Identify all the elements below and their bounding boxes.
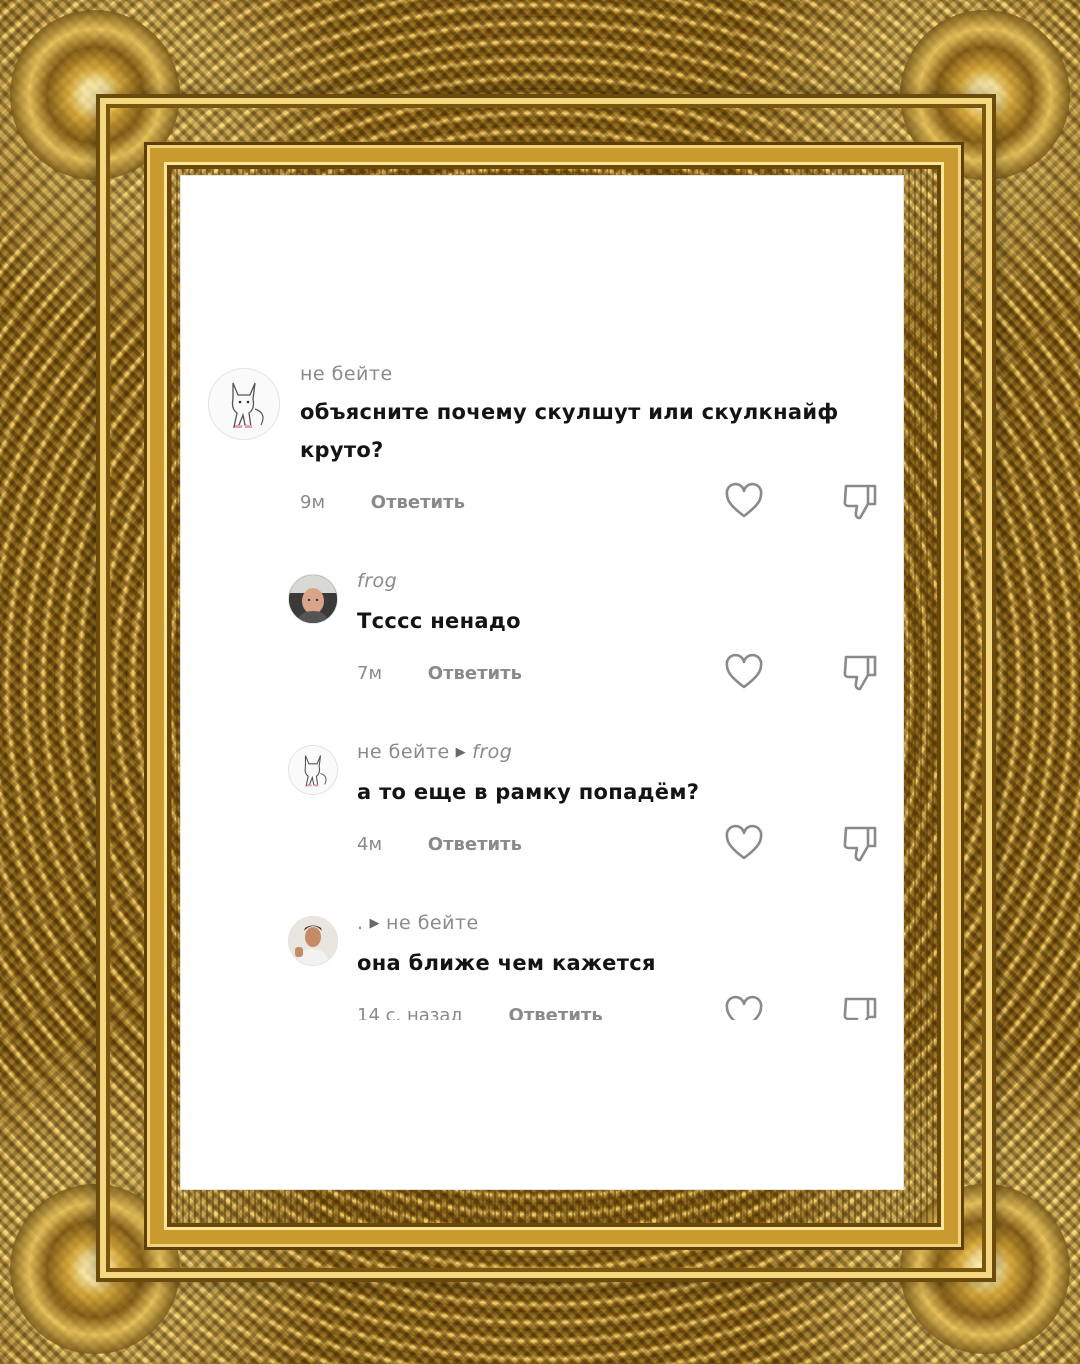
comment-text-line: объясните почему скулшут или скулкнайф	[300, 400, 839, 424]
comment-thread-panel: не бейте объясните почему скулшут или ск…	[180, 175, 904, 1190]
comment-item: не бейте ▶ frog а то еще в рамку попадём? …	[180, 741, 904, 871]
reply-arrow-icon: ▶	[369, 916, 381, 931]
comment-timestamp: 7м	[357, 663, 383, 684]
dislike-thumb-down-icon[interactable]	[840, 824, 880, 864]
reply-arrow-icon: ▶	[455, 745, 467, 760]
like-heart-icon[interactable]	[724, 995, 764, 1020]
comment-item: не бейте объясните почему скулшут или ск…	[180, 360, 904, 530]
reply-to-name[interactable]: frog	[472, 741, 512, 763]
bald-man-photo-avatar[interactable]	[288, 574, 338, 624]
like-heart-icon[interactable]	[724, 824, 764, 864]
like-heart-icon[interactable]	[724, 482, 764, 522]
comment-text: Тсссс ненадо	[357, 602, 857, 640]
comment-text-line: Тсссс ненадо	[357, 609, 521, 633]
comment-text-line: она ближе чем кажется	[357, 951, 656, 975]
comment-item: frog Тсссс ненадо 7м Ответить	[180, 570, 904, 700]
comment-timestamp: 4м	[357, 834, 383, 855]
fox-sketch-avatar[interactable]	[208, 368, 280, 440]
comment-text: она ближе чем кажется	[357, 944, 857, 982]
smiling-man-thumbs-up-avatar[interactable]	[288, 916, 338, 966]
fox-sketch-avatar[interactable]	[288, 745, 338, 795]
reply-button[interactable]: Ответить	[509, 1005, 603, 1020]
author-name[interactable]: не бейте	[357, 741, 450, 763]
comment-meta: 7м Ответить	[357, 663, 522, 684]
comment-text: объясните почему скулшут или скулкнайф к…	[300, 393, 860, 469]
comment-item: . ▶ не бейте она ближе чем кажется 14 с. н…	[180, 912, 904, 1020]
comment-timestamp: 9м	[300, 492, 326, 513]
comment-author: . ▶ не бейте	[357, 912, 479, 934]
comment-meta: 4м Ответить	[357, 834, 522, 855]
comment-meta: 14 с. назад Ответить	[357, 1005, 603, 1020]
comment-author[interactable]: frog	[357, 570, 397, 592]
comment-text-line: а то еще в рамку попадём?	[357, 780, 700, 804]
comment-author[interactable]: не бейте	[300, 363, 393, 385]
reply-button[interactable]: Ответить	[428, 663, 522, 684]
comment-author: не бейте ▶ frog	[357, 741, 512, 763]
like-heart-icon[interactable]	[724, 653, 764, 693]
dislike-thumb-down-icon[interactable]	[840, 995, 880, 1020]
comment-text-line: круто?	[300, 438, 384, 462]
dislike-thumb-down-icon[interactable]	[840, 653, 880, 693]
author-name[interactable]: не бейте	[300, 363, 393, 385]
dislike-thumb-down-icon[interactable]	[840, 482, 880, 522]
comment-timestamp: 14 с. назад	[357, 1005, 463, 1020]
comment-meta: 9м Ответить	[300, 492, 465, 513]
reply-button[interactable]: Ответить	[371, 492, 465, 513]
author-name[interactable]: frog	[357, 570, 397, 592]
reply-to-name[interactable]: не бейте	[386, 912, 479, 934]
author-name[interactable]: .	[357, 912, 364, 934]
comment-text: а то еще в рамку попадём?	[357, 773, 857, 811]
reply-button[interactable]: Ответить	[428, 834, 522, 855]
